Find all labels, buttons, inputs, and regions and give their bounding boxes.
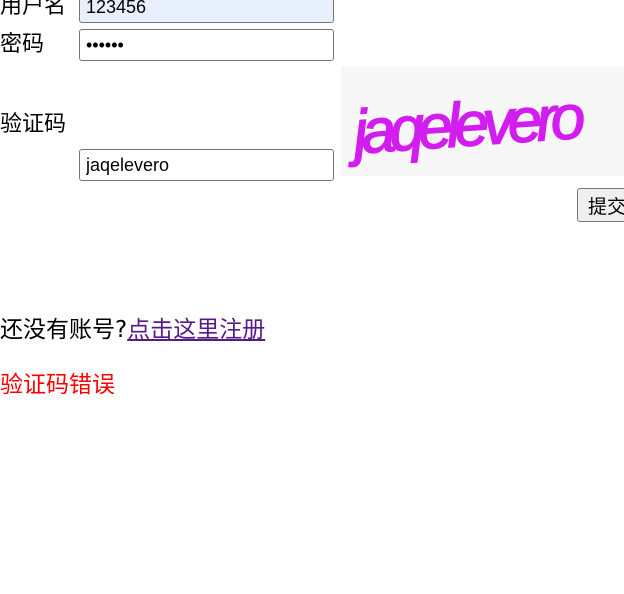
register-prompt-line: 还没有账号?点击这里注册 (0, 310, 265, 344)
captcha-input[interactable] (79, 149, 334, 181)
submit-button[interactable]: 提交 (577, 188, 624, 222)
login-page: 用户名 密码 验证码 jaqelevero 提交 还没有账号?点击这里注册 验证… (0, 0, 624, 594)
register-prompt-text: 还没有账号? (0, 317, 128, 343)
password-input[interactable] (79, 29, 334, 61)
captcha-label: 验证码 (0, 112, 67, 137)
username-input[interactable] (79, 0, 334, 23)
register-link[interactable]: 点击这里注册 (127, 317, 265, 343)
captcha-text: jaqelevero (344, 83, 586, 168)
username-label: 用户名 (0, 0, 67, 19)
captcha-image[interactable]: jaqelevero (341, 66, 624, 176)
password-label: 密码 (0, 32, 45, 57)
error-message: 验证码错误 (0, 372, 115, 398)
